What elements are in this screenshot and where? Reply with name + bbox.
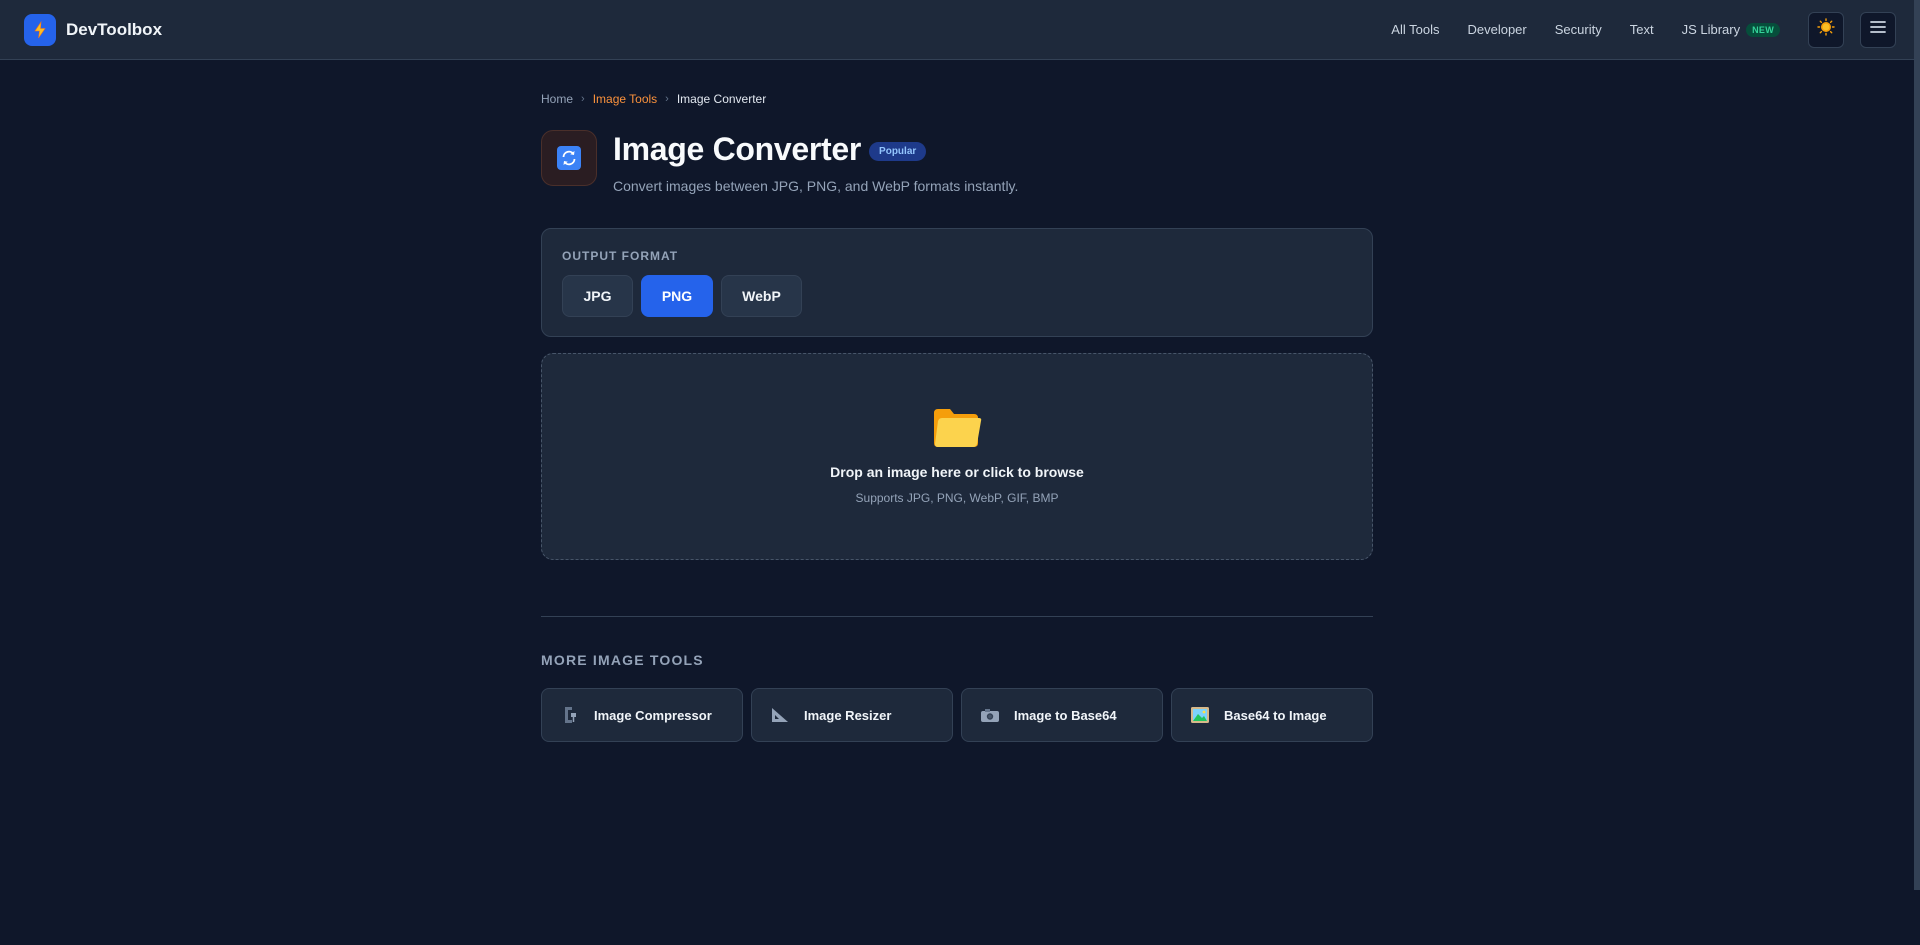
hamburger-icon xyxy=(1870,20,1886,39)
tool-card-image-to-base64[interactable]: Image to Base64 xyxy=(961,688,1163,742)
tool-card-label: Image Resizer xyxy=(804,707,892,723)
folder-icon xyxy=(932,405,982,454)
nav-js-library[interactable]: JS Library NEW xyxy=(1682,22,1780,37)
landscape-picture-icon xyxy=(1190,705,1210,725)
scrollbar[interactable] xyxy=(1914,0,1920,890)
more-tools-grid: Image Compressor Image Resizer Image to … xyxy=(541,688,1373,742)
top-nav-bar: DevToolbox All Tools Developer Security … xyxy=(0,0,1920,60)
clamp-icon xyxy=(560,705,580,725)
format-webp-button[interactable]: WebP xyxy=(721,275,802,317)
breadcrumb-separator: › xyxy=(581,93,585,105)
breadcrumb-image-tools[interactable]: Image Tools xyxy=(593,92,657,106)
image-dropzone[interactable]: Drop an image here or click to browse Su… xyxy=(541,353,1373,560)
nav-developer[interactable]: Developer xyxy=(1467,22,1526,37)
dropzone-subtitle: Supports JPG, PNG, WebP, GIF, BMP xyxy=(855,491,1059,505)
tool-card-base64-to-image[interactable]: Base64 to Image xyxy=(1171,688,1373,742)
output-format-label: OUTPUT FORMAT xyxy=(562,249,679,263)
nav-security[interactable]: Security xyxy=(1555,22,1602,37)
nav-js-library-label: JS Library xyxy=(1681,22,1741,37)
refresh-icon xyxy=(541,130,597,186)
brand-name: DevToolbox xyxy=(66,19,163,39)
tool-card-label: Image to Base64 xyxy=(1014,707,1117,723)
page-subtitle: Convert images between JPG, PNG, and Web… xyxy=(613,178,1019,194)
output-format-card: OUTPUT FORMAT JPG PNG WebP xyxy=(541,228,1373,337)
section-divider xyxy=(541,616,1373,617)
nav-all-tools[interactable]: All Tools xyxy=(1391,22,1439,37)
tool-card-image-resizer[interactable]: Image Resizer xyxy=(751,688,953,742)
breadcrumb: Home › Image Tools › Image Converter xyxy=(541,92,1373,106)
theme-toggle-button[interactable] xyxy=(1808,11,1844,48)
format-jpg-button[interactable]: JPG xyxy=(562,275,633,317)
dropzone-title: Drop an image here or click to browse xyxy=(830,464,1084,480)
main-content: Home › Image Tools › Image Converter Ima… xyxy=(541,60,1373,742)
format-selector: JPG PNG WebP xyxy=(562,275,1352,317)
ruler-triangle-icon xyxy=(770,705,790,725)
breadcrumb-home[interactable]: Home xyxy=(541,92,573,106)
new-badge: NEW xyxy=(1746,22,1780,37)
tool-card-label: Image Compressor xyxy=(594,707,712,723)
lightning-icon xyxy=(24,13,56,46)
main-nav: All Tools Developer Security Text JS Lib… xyxy=(1391,11,1896,48)
menu-button[interactable] xyxy=(1860,11,1896,48)
page-title: Image Converter xyxy=(613,131,862,167)
popular-badge: Popular xyxy=(869,141,927,161)
breadcrumb-current: Image Converter xyxy=(676,92,767,106)
tool-card-image-compressor[interactable]: Image Compressor xyxy=(541,688,743,742)
format-png-button[interactable]: PNG xyxy=(641,275,713,317)
breadcrumb-separator: › xyxy=(665,93,669,105)
more-tools-label: MORE IMAGE TOOLS xyxy=(541,652,704,668)
camera-icon xyxy=(980,705,1000,725)
page-header: Image Converter Popular Convert images b… xyxy=(541,130,1373,194)
tool-card-label: Base64 to Image xyxy=(1224,707,1327,723)
brand[interactable]: DevToolbox xyxy=(24,13,163,46)
nav-text[interactable]: Text xyxy=(1630,22,1654,37)
sun-icon xyxy=(1817,18,1835,41)
